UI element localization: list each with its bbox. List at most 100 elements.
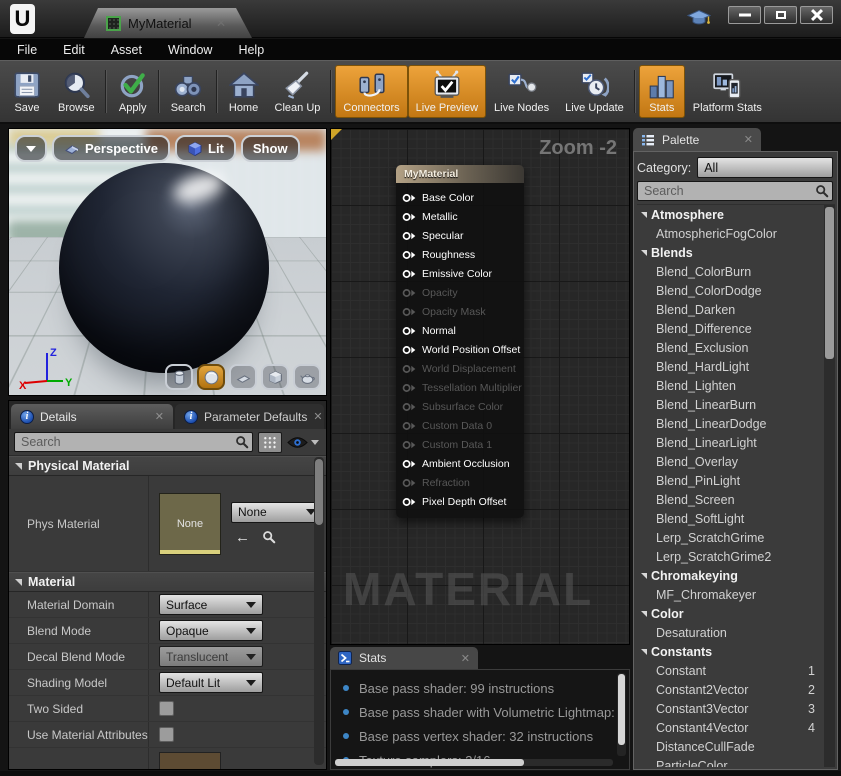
palette-list-item[interactable]: Constant 1 [637, 661, 835, 680]
scrollbar-thumb[interactable] [825, 207, 834, 359]
tutorial-icon[interactable] [687, 8, 711, 32]
node-title[interactable]: MyMaterial [396, 165, 524, 183]
details-tab-close-icon[interactable]: ✕ [155, 410, 164, 423]
pin-icon[interactable] [402, 402, 417, 412]
pin-icon[interactable] [402, 288, 417, 298]
menu-item[interactable]: File [4, 39, 50, 60]
view-options-button[interactable] [287, 436, 321, 449]
tab-palette[interactable]: Palette ✕ [633, 128, 761, 151]
pin-icon[interactable] [402, 250, 417, 260]
pin-icon[interactable] [402, 497, 417, 507]
palette-list-item[interactable]: Lerp_ScratchGrime [637, 528, 835, 547]
pin-icon[interactable] [402, 440, 417, 450]
details-search-input[interactable] [14, 432, 253, 452]
menu-item[interactable]: Help [225, 39, 277, 60]
palette-list-item[interactable]: Blend_Lighten [637, 376, 835, 395]
palette-list-item[interactable]: DistanceCullFade [637, 737, 835, 756]
palette-list-item[interactable]: Blend_Overlay [637, 452, 835, 471]
use-selected-asset-icon[interactable]: ← [235, 529, 250, 546]
tab-stats[interactable]: Stats ✕ [330, 647, 478, 669]
node-pin-row[interactable]: Metallic [402, 207, 518, 226]
display-filter-button[interactable] [258, 432, 282, 453]
toolbar-button[interactable]: Live Update [557, 65, 632, 118]
tab-parameter-defaults[interactable]: i Parameter Defaults ✕ [175, 404, 324, 429]
node-pin-row[interactable]: Ambient Occlusion [402, 454, 518, 473]
pin-icon[interactable] [402, 459, 417, 469]
node-pin-row[interactable]: Refraction [402, 473, 518, 492]
palette-list-item[interactable]: Color [637, 604, 835, 623]
palette-list-item[interactable]: Constants [637, 642, 835, 661]
close-button[interactable] [800, 6, 833, 24]
palette-list-item[interactable]: Blend_SoftLight [637, 509, 835, 528]
palette-list-item[interactable]: Constant2Vector 2 [637, 680, 835, 699]
blend-mode-dropdown[interactable]: Opaque [159, 620, 263, 641]
node-pin-row[interactable]: Subsurface Color [402, 397, 518, 416]
scrollbar-thumb[interactable] [618, 674, 625, 745]
palette-scrollbar[interactable] [824, 205, 835, 767]
palette-list-item[interactable]: Blends [637, 243, 835, 262]
palette-list-item[interactable]: Blend_ColorBurn [637, 262, 835, 281]
node-pin-row[interactable]: Pixel Depth Offset [402, 492, 518, 511]
preview-shape-button[interactable] [229, 364, 257, 390]
palette-list-item[interactable]: ParticleColor [637, 756, 835, 767]
palette-list-item[interactable]: Blend_LinearLight [637, 433, 835, 452]
material-domain-dropdown[interactable]: Surface [159, 594, 263, 615]
phys-material-thumbnail[interactable]: None [159, 493, 221, 555]
section-material[interactable]: Material [9, 572, 326, 592]
palette-list-item[interactable]: Constant4Vector 4 [637, 718, 835, 737]
material-graph-canvas[interactable]: Zoom -2 MATERIAL MyMaterial Base Color M… [330, 128, 630, 645]
palette-tab-close-icon[interactable]: ✕ [744, 133, 753, 146]
pin-icon[interactable] [402, 345, 417, 355]
pin-icon[interactable] [402, 269, 417, 279]
parameter-defaults-close-icon[interactable]: ✕ [313, 410, 322, 423]
toolbar-button[interactable]: Platform Stats [685, 65, 770, 118]
node-pin-row[interactable]: Base Color [402, 188, 518, 207]
palette-list-item[interactable]: Blend_ColorDodge [637, 281, 835, 300]
node-pin-row[interactable]: World Displacement [402, 359, 518, 378]
node-pin-row[interactable]: Specular [402, 226, 518, 245]
section-physical-material[interactable]: Physical Material [9, 456, 326, 476]
palette-list-item[interactable]: MF_Chromakeyer [637, 585, 835, 604]
menu-item[interactable]: Edit [50, 39, 98, 60]
node-pin-row[interactable]: Roughness [402, 245, 518, 264]
toolbar-button[interactable]: Clean Up [267, 65, 329, 118]
palette-list-item[interactable]: Blend_HardLight [637, 357, 835, 376]
palette-list-item[interactable]: Blend_LinearDodge [637, 414, 835, 433]
pin-icon[interactable] [402, 421, 417, 431]
palette-list-item[interactable]: Blend_LinearBurn [637, 395, 835, 414]
minimize-button[interactable] [728, 6, 761, 24]
material-thumbnail[interactable] [159, 752, 221, 770]
menu-item[interactable]: Asset [98, 39, 155, 60]
pin-icon[interactable] [402, 193, 417, 203]
node-pin-row[interactable]: Opacity Mask [402, 302, 518, 321]
stats-vscrollbar[interactable] [617, 673, 626, 756]
material-result-node[interactable]: MyMaterial Base Color Metallic Specu [396, 165, 524, 518]
scrollbar-thumb[interactable] [315, 459, 323, 525]
two-sided-checkbox[interactable] [159, 701, 174, 716]
palette-list-item[interactable]: Lerp_ScratchGrime2 [637, 547, 835, 566]
toolbar-button[interactable]: Live Preview [408, 65, 486, 118]
toolbar-button[interactable]: Save [4, 65, 50, 118]
pin-icon[interactable] [402, 364, 417, 374]
palette-list-item[interactable]: Constant3Vector 3 [637, 699, 835, 718]
phys-material-dropdown[interactable]: None [231, 502, 323, 523]
toolbar-button[interactable]: Live Nodes [486, 65, 557, 118]
stats-tab-close-icon[interactable]: ✕ [461, 652, 470, 665]
node-pin-row[interactable]: World Position Offset [402, 340, 518, 359]
toolbar-button[interactable]: Connectors [335, 65, 407, 118]
use-material-attributes-checkbox[interactable] [159, 727, 174, 742]
material-preview-sphere[interactable] [59, 163, 269, 373]
perspective-button[interactable]: Perspective [52, 135, 170, 162]
lit-button[interactable]: Lit [175, 135, 236, 162]
preview-shape-button[interactable] [165, 364, 193, 390]
pin-icon[interactable] [402, 231, 417, 241]
palette-list-item[interactable]: Blend_Difference [637, 319, 835, 338]
node-pin-row[interactable]: Emissive Color [402, 264, 518, 283]
shading-model-dropdown[interactable]: Default Lit [159, 672, 263, 693]
scrollbar-thumb[interactable] [335, 759, 524, 766]
pin-icon[interactable] [402, 212, 417, 222]
show-button[interactable]: Show [241, 135, 300, 162]
stats-hscrollbar[interactable] [335, 759, 613, 766]
category-dropdown[interactable]: All [697, 157, 833, 178]
toolbar-button[interactable]: Home [221, 65, 267, 118]
